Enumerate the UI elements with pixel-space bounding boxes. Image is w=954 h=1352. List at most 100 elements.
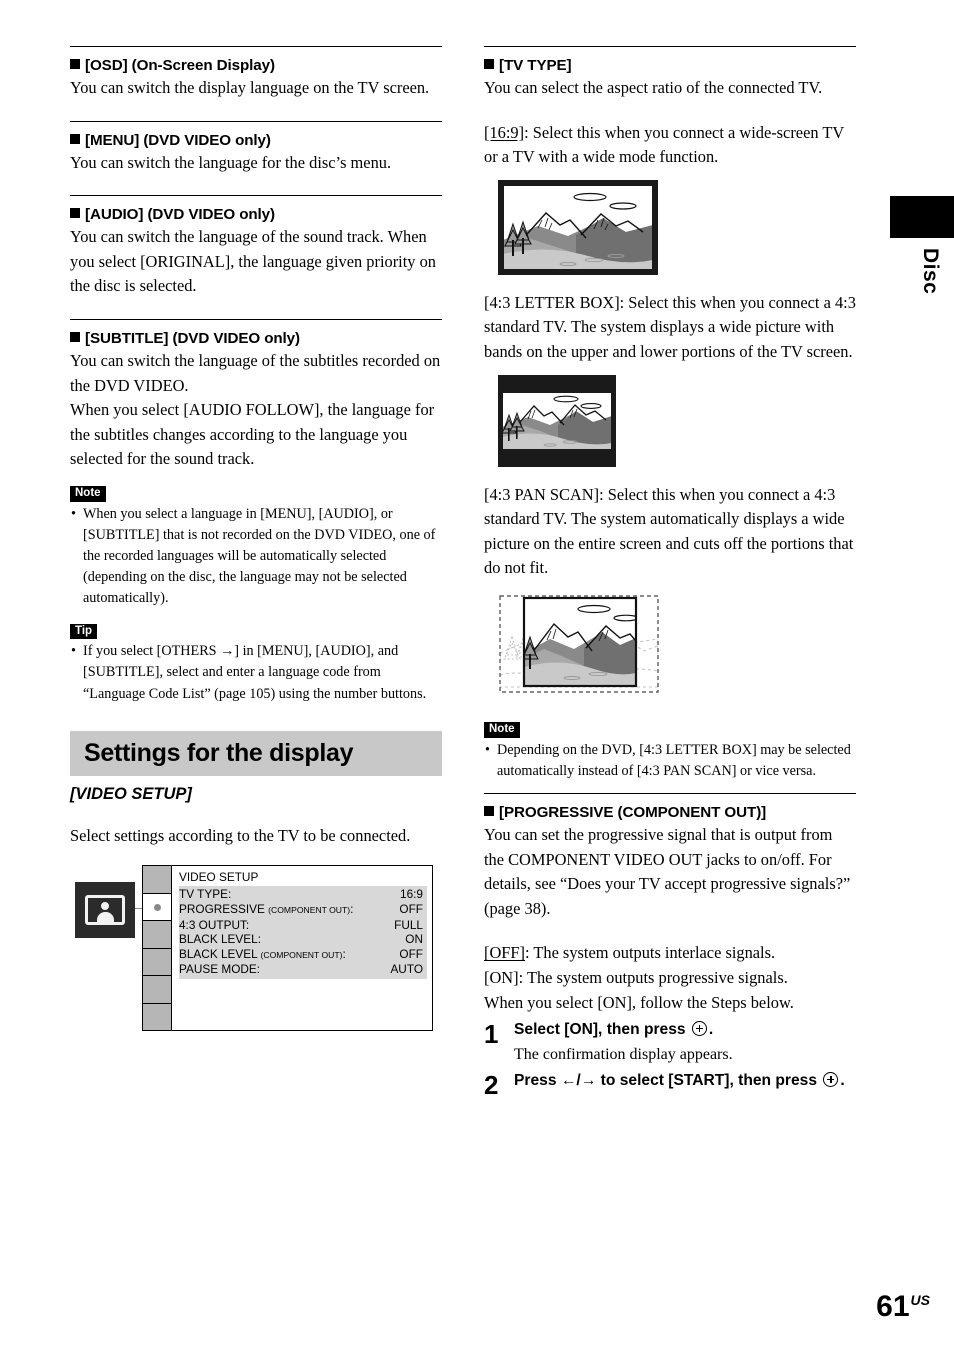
page-number: 61US <box>876 1290 930 1323</box>
osd-row-sublabel: (COMPONENT OUT) <box>260 949 343 960</box>
section-heading-osd: [OSD] (On-Screen Display) <box>70 56 442 75</box>
tip-list: If you select [OTHERS →] in [MENU], [AUD… <box>70 641 442 705</box>
square-bullet-icon <box>70 208 80 219</box>
section-body-subtitle-2: When you select [AUDIO FOLLOW], the lang… <box>70 400 435 469</box>
note-tag: Note <box>484 721 520 738</box>
osd-row-black-level[interactable]: BLACK LEVEL: ON <box>179 932 423 947</box>
section-body-audio: You can switch the language of the sound… <box>70 227 436 296</box>
osd-row-label: PROGRESSIVE (COMPONENT OUT): <box>179 902 354 917</box>
person-body-icon <box>96 912 114 923</box>
osd-content: VIDEO SETUP TV TYPE: 16:9 PROGRESSIVE (C… <box>172 866 432 1030</box>
osd-row-value: FULL <box>394 917 423 932</box>
note-tag: Note <box>70 485 106 502</box>
osd-row-value: OFF <box>399 902 423 917</box>
square-bullet-icon <box>70 331 80 342</box>
divider <box>70 318 442 320</box>
landscape-scene-letterbox <box>498 374 616 467</box>
osd-row-sublabel: (COMPONENT OUT) <box>268 905 351 916</box>
section-heading-subtitle: [SUBTITLE] (DVD VIDEO only) <box>70 329 442 348</box>
osd-row-pause-mode[interactable]: PAUSE MODE: AUTO <box>179 962 423 977</box>
divider <box>70 46 442 47</box>
section-heading-menu: [MENU] (DVD VIDEO only) <box>70 131 442 150</box>
letterbox-4-3-illustration <box>498 374 856 472</box>
tv-type-option-16-9: [16:9]: Select this when you connect a w… <box>484 122 844 167</box>
tip-item: If you select [OTHERS →] in [MENU], [AUD… <box>70 641 442 705</box>
osd-row-black-level-component[interactable]: BLACK LEVEL (COMPONENT OUT): OFF <box>179 947 423 963</box>
note-item: When you select a language in [MENU], [A… <box>70 504 442 610</box>
enter-button-icon <box>691 1021 707 1037</box>
osd-panel: VIDEO SETUP TV TYPE: 16:9 PROGRESSIVE (C… <box>142 865 433 1032</box>
square-bullet-icon <box>484 59 494 69</box>
osd-sidebar-cell[interactable] <box>143 976 171 1004</box>
osd-row-value: OFF <box>399 946 423 961</box>
osd-sidebar-cell[interactable] <box>143 866 171 894</box>
note-item: Depending on the DVD, [4:3 LETTER BOX] m… <box>484 740 856 782</box>
step-number: 1 <box>484 1019 499 1050</box>
osd-row-4-3-output[interactable]: 4:3 OUTPUT: FULL <box>179 918 423 933</box>
note-list: Depending on the DVD, [4:3 LETTER BOX] m… <box>484 740 856 782</box>
document-page: [OSD] (On-Screen Display) You can switch… <box>0 0 954 1352</box>
step-1: 1 Select [ON], then press . The confirma… <box>484 1019 856 1066</box>
chapter-tab-label: Disc <box>919 248 942 295</box>
osd-sidebar-cell[interactable] <box>143 1003 171 1031</box>
chapter-tab-marker <box>890 196 954 238</box>
tv-type-option-letterbox: [4:3 LETTER BOX]: Select this when you c… <box>484 292 856 361</box>
osd-row-value: ON <box>405 932 423 947</box>
osd-row-label: PAUSE MODE: <box>179 962 261 977</box>
default-option-label: [16:9] <box>484 122 525 142</box>
osd-sidebar-cell-selected[interactable] <box>143 893 171 922</box>
progressive-follow-text: When you select [ON], follow the Steps b… <box>484 992 794 1012</box>
divider <box>484 46 856 47</box>
square-bullet-icon <box>70 59 80 69</box>
person-head-icon <box>101 902 109 911</box>
osd-sidebar <box>143 866 172 1031</box>
enter-button-icon <box>823 1072 839 1088</box>
progressive-off-option: [OFF]: The system outputs interlace sign… <box>484 943 776 963</box>
section-heading-audio: [AUDIO] (DVD VIDEO only) <box>70 205 442 224</box>
divider <box>70 195 442 197</box>
panscan-4-3-illustration <box>498 590 856 708</box>
landscape-scene-16-9 <box>498 179 658 275</box>
selection-dot-icon <box>153 903 161 911</box>
osd-title: VIDEO SETUP <box>179 870 259 885</box>
video-setup-intro: Select settings according to the TV to b… <box>70 825 411 845</box>
osd-row-value: AUTO <box>390 962 423 977</box>
video-setup-osd-figure: VIDEO SETUP TV TYPE: 16:9 PROGRESSIVE (C… <box>70 860 442 1035</box>
wide-16-9-illustration <box>498 179 856 280</box>
osd-row-label: BLACK LEVEL (COMPONENT OUT): <box>179 946 346 961</box>
divider <box>70 120 442 122</box>
section-body-subtitle-1: You can switch the language of the subti… <box>70 350 441 395</box>
osd-row-label: BLACK LEVEL: <box>179 932 261 947</box>
tip-tag: Tip <box>70 623 98 640</box>
divider <box>484 792 856 794</box>
section-heading-tv-type: [TV TYPE] <box>484 56 856 75</box>
tv-type-intro: You can select the aspect ratio of the c… <box>484 78 823 97</box>
step-text: Select [ON], then press . The confirmati… <box>514 1019 856 1066</box>
tv-type-option-panscan: [4:3 PAN SCAN]: Select this when you con… <box>484 484 854 578</box>
page-region-code: US <box>910 1292 930 1308</box>
step-2: 2 Press ←/→ to select [START], then pres… <box>484 1070 856 1098</box>
osd-row-label: TV TYPE: <box>179 887 232 902</box>
osd-row-list: TV TYPE: 16:9 PROGRESSIVE (COMPONENT OUT… <box>179 886 427 979</box>
section-body-menu: You can switch the language for the disc… <box>70 152 392 172</box>
osd-row-label: 4:3 OUTPUT: <box>179 917 250 932</box>
section-body-osd: You can switch the display language on t… <box>70 78 430 97</box>
square-bullet-icon <box>70 133 80 144</box>
right-column: [TV TYPE] You can select the aspect rati… <box>484 46 856 1098</box>
progressive-intro: You can set the progressive signal that … <box>484 824 851 918</box>
step-subtext: The confirmation display appears. <box>514 1046 733 1064</box>
square-bullet-icon <box>484 805 494 816</box>
subsection-heading-video-setup: [VIDEO SETUP] <box>70 784 192 803</box>
osd-row-tv-type[interactable]: TV TYPE: 16:9 <box>179 887 423 902</box>
tv-display-icon <box>85 895 125 926</box>
section-heading-progressive: [PROGRESSIVE (COMPONENT OUT)] <box>484 803 856 822</box>
osd-sidebar-cell[interactable] <box>143 948 171 977</box>
step-text: Press ←/→ to select [START], then press … <box>514 1072 845 1090</box>
video-setup-icon <box>75 882 135 939</box>
left-column: [OSD] (On-Screen Display) You can switch… <box>70 46 442 1035</box>
landscape-scene-panscan <box>498 590 660 703</box>
osd-sidebar-cell[interactable] <box>143 921 171 949</box>
section-banner: Settings for the display <box>70 730 442 776</box>
osd-row-progressive[interactable]: PROGRESSIVE (COMPONENT OUT): OFF <box>179 902 423 918</box>
progressive-on-option: [ON]: The system outputs progressive sig… <box>484 967 788 987</box>
